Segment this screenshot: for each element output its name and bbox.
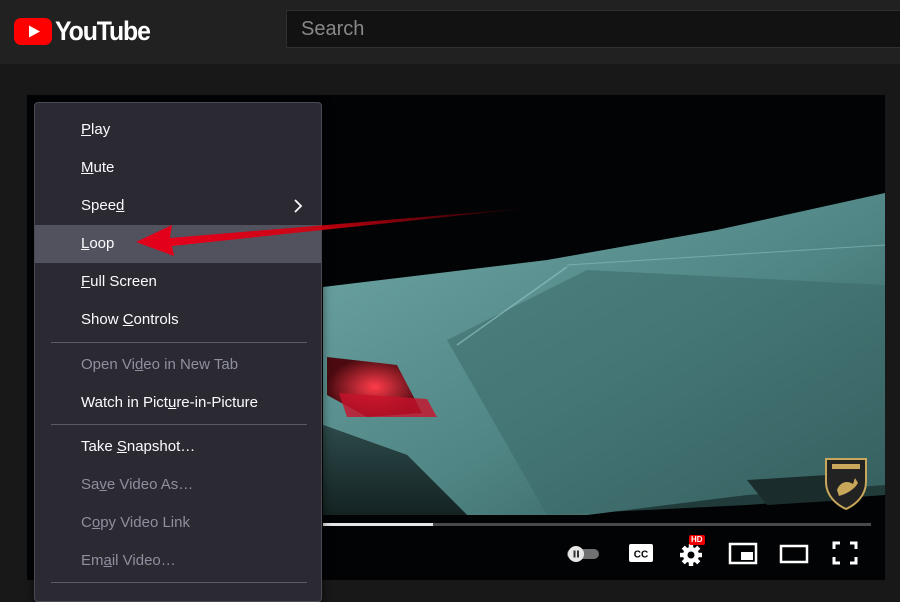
menu-item-email-video[interactable]: Email Video…	[35, 542, 321, 580]
menu-separator	[51, 424, 307, 425]
menu-label: Copy Video Link	[81, 514, 190, 531]
menu-label: Open Video in New Tab	[81, 356, 239, 373]
menu-item-show-controls[interactable]: Show Controls	[35, 301, 321, 339]
menu-item-loop[interactable]: Loop	[35, 225, 321, 263]
youtube-logo[interactable]: YouTube	[14, 14, 158, 48]
menu-item-mute[interactable]: Mute	[35, 149, 321, 187]
video-context-menu: Play Mute Speed Loop Full Screen Show Co…	[34, 102, 322, 602]
menu-item-copy-video-link[interactable]: Copy Video Link	[35, 504, 321, 542]
autoplay-toggle-icon	[567, 546, 599, 562]
menu-label: Loop	[81, 235, 115, 252]
menu-item-save-video-as[interactable]: Save Video As…	[35, 466, 321, 504]
brand-text: YouTube	[55, 15, 151, 46]
menu-label: Show Controls	[81, 311, 179, 328]
menu-separator	[51, 342, 307, 343]
menu-item-take-snapshot[interactable]: Take Snapshot…	[35, 428, 321, 466]
menu-label: Full Screen	[81, 273, 157, 290]
menu-label: Email Video…	[81, 552, 176, 569]
menu-item-open-video-new-tab[interactable]: Open Video in New Tab	[35, 346, 321, 384]
menu-item-play[interactable]: Play	[35, 111, 321, 149]
autoplay-toggle[interactable]	[565, 538, 601, 568]
fullscreen-icon	[832, 541, 858, 565]
youtube-play-icon	[14, 17, 52, 45]
menu-label: Take Snapshot…	[81, 438, 196, 455]
cc-label: CC	[634, 550, 648, 561]
menu-item-full-screen[interactable]: Full Screen	[35, 263, 321, 301]
chevron-right-icon	[294, 199, 303, 213]
menu-item-speed[interactable]: Speed	[35, 187, 321, 225]
menu-separator	[51, 582, 307, 583]
menu-label: Play	[81, 121, 111, 138]
cc-icon: CC	[629, 544, 653, 562]
masthead: YouTube Search	[0, 0, 900, 64]
progress-fill	[323, 523, 433, 526]
settings-button[interactable]: HD	[677, 535, 707, 568]
search-input[interactable]: Search	[286, 10, 900, 48]
menu-label: Mute	[81, 159, 115, 176]
theater-mode-button[interactable]	[778, 538, 810, 568]
fullscreen-button[interactable]	[830, 538, 860, 568]
miniplayer-button[interactable]	[727, 538, 759, 568]
progress-bar[interactable]	[323, 523, 871, 526]
hd-badge: HD	[689, 535, 705, 545]
theater-mode-icon	[779, 544, 809, 564]
miniplayer-icon	[728, 542, 758, 565]
menu-item-picture-in-picture[interactable]: Watch in Picture-in-Picture	[35, 384, 321, 422]
subtitles-button[interactable]: CC	[626, 538, 656, 568]
lamborghini-badge-icon	[825, 458, 867, 511]
menu-label: Watch in Picture-in-Picture	[81, 394, 258, 411]
menu-label: Save Video As…	[81, 476, 194, 493]
menu-label: Speed	[81, 197, 125, 214]
